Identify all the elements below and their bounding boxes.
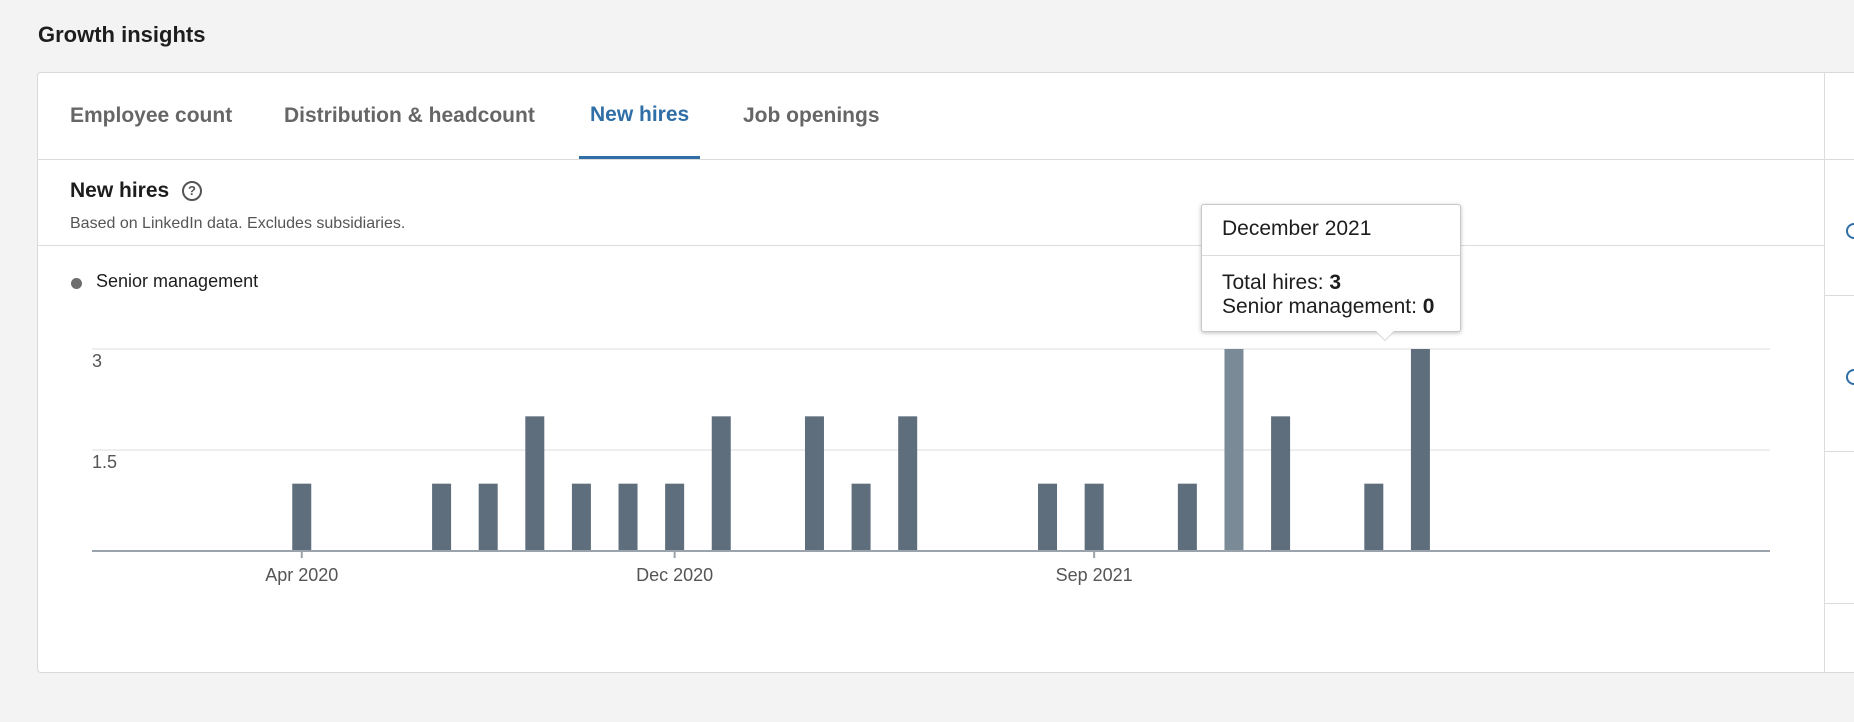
section-title: Growth insights <box>38 22 206 47</box>
bar-2022-03 <box>1364 483 1384 551</box>
bar-2020-08 <box>478 483 498 551</box>
bar-2021-12 <box>1224 349 1244 551</box>
bar-2020-04 <box>292 483 312 551</box>
chart-tooltip: December 2021 Total hires: 3 Senior mana… <box>1201 204 1461 332</box>
bar-2022-04 <box>1410 349 1430 551</box>
tooltip-row-total: Total hires: 3 <box>1202 271 1460 295</box>
side-panel-divider-line <box>1825 295 1854 296</box>
bar-2021-11 <box>1177 483 1197 551</box>
side-panel-option-icon[interactable] <box>1846 369 1854 385</box>
bar-2021-03 <box>804 416 824 551</box>
y-tick-label: 3 <box>92 351 102 371</box>
bar-2020-11 <box>618 483 638 551</box>
side-panel-divider-line <box>1825 451 1854 452</box>
bar-2020-07 <box>432 483 452 551</box>
bar-2020-12 <box>665 483 685 551</box>
tooltip-label: Senior management: <box>1222 295 1423 318</box>
tooltip-value: 0 <box>1422 295 1435 318</box>
tooltip-row-senior: Senior management: 0 <box>1202 295 1460 319</box>
bar-2022-01 <box>1271 416 1291 551</box>
x-tick-label: Apr 2020 <box>265 565 338 585</box>
tooltip-label: Total hires: <box>1222 271 1330 294</box>
bar-2021-01 <box>711 416 731 551</box>
bar-2021-05 <box>898 416 918 551</box>
bar-2021-09 <box>1084 483 1104 551</box>
bar-2021-08 <box>1038 483 1058 551</box>
tooltip-pointer <box>1376 331 1394 340</box>
bar-2021-04 <box>851 483 871 551</box>
bar-2020-09 <box>525 416 545 551</box>
side-panel-option-icon[interactable] <box>1846 223 1854 239</box>
tooltip-title: December 2021 <box>1202 205 1460 256</box>
y-tick-label: 1.5 <box>92 452 117 472</box>
growth-insights-card: Employee count Distribution & headcount … <box>37 72 1854 673</box>
side-panel-divider <box>1824 73 1825 672</box>
x-tick-label: Dec 2020 <box>636 565 713 585</box>
x-tick-label: Sep 2021 <box>1056 565 1133 585</box>
tooltip-value: 3 <box>1329 271 1342 294</box>
bar-2020-10 <box>571 483 591 551</box>
side-panel-divider-line <box>1825 603 1854 604</box>
new-hires-bar-chart: 1.5 3 Apr 2020 Dec 2020 Sep 2021 <box>92 348 1770 585</box>
